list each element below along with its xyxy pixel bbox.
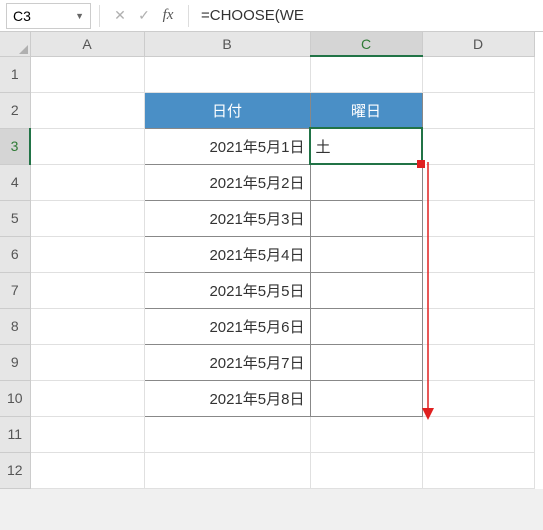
cell-D3[interactable] [422, 128, 534, 164]
cell-B4[interactable]: 2021年5月2日 [144, 164, 310, 200]
sheet-table: A B C D 1 2 日付 曜日 3 2021年5月1日 土 4 2021年5… [0, 32, 535, 489]
separator [188, 5, 189, 27]
cell-B10[interactable]: 2021年5月8日 [144, 380, 310, 416]
row-header-1[interactable]: 1 [0, 56, 30, 92]
cell-A1[interactable] [30, 56, 144, 92]
cell-B7[interactable]: 2021年5月5日 [144, 272, 310, 308]
cell-D5[interactable] [422, 200, 534, 236]
select-all-corner[interactable] [0, 32, 30, 56]
cell-C9[interactable] [310, 344, 422, 380]
cell-D6[interactable] [422, 236, 534, 272]
cell-A7[interactable] [30, 272, 144, 308]
chevron-down-icon[interactable]: ▼ [75, 11, 84, 21]
cell-A9[interactable] [30, 344, 144, 380]
cell-C3[interactable]: 土 [310, 128, 422, 164]
row-header-9[interactable]: 9 [0, 344, 30, 380]
formula-bar: C3 ▼ ✕ ✓ fx =CHOOSE(WE [0, 0, 543, 32]
cell-D4[interactable] [422, 164, 534, 200]
cell-B5[interactable]: 2021年5月3日 [144, 200, 310, 236]
cell-B1[interactable] [144, 56, 310, 92]
fx-button[interactable]: fx [156, 4, 180, 28]
cell-B9[interactable]: 2021年5月7日 [144, 344, 310, 380]
cell-C8[interactable] [310, 308, 422, 344]
col-header-D[interactable]: D [422, 32, 534, 56]
row-header-11[interactable]: 11 [0, 416, 30, 452]
row-header-5[interactable]: 5 [0, 200, 30, 236]
cell-A10[interactable] [30, 380, 144, 416]
cancel-button[interactable]: ✕ [108, 4, 132, 28]
cell-B8[interactable]: 2021年5月6日 [144, 308, 310, 344]
cell-A11[interactable] [30, 416, 144, 452]
row-header-6[interactable]: 6 [0, 236, 30, 272]
autofill-start-dot [417, 160, 425, 168]
row-header-4[interactable]: 4 [0, 164, 30, 200]
row-header-12[interactable]: 12 [0, 452, 30, 488]
cell-A3[interactable] [30, 128, 144, 164]
cell-B6[interactable]: 2021年5月4日 [144, 236, 310, 272]
cell-C12[interactable] [310, 452, 422, 488]
cell-A2[interactable] [30, 92, 144, 128]
row-header-10[interactable]: 10 [0, 380, 30, 416]
table-header-weekday[interactable]: 曜日 [310, 92, 422, 128]
cell-A12[interactable] [30, 452, 144, 488]
cell-D9[interactable] [422, 344, 534, 380]
cell-B11[interactable] [144, 416, 310, 452]
cell-D2[interactable] [422, 92, 534, 128]
cell-D1[interactable] [422, 56, 534, 92]
cell-C6[interactable] [310, 236, 422, 272]
col-header-B[interactable]: B [144, 32, 310, 56]
row-header-8[interactable]: 8 [0, 308, 30, 344]
table-header-date[interactable]: 日付 [144, 92, 310, 128]
cell-D11[interactable] [422, 416, 534, 452]
cell-C1[interactable] [310, 56, 422, 92]
name-box-value: C3 [13, 8, 31, 24]
confirm-button[interactable]: ✓ [132, 4, 156, 28]
cell-A5[interactable] [30, 200, 144, 236]
cell-C7[interactable] [310, 272, 422, 308]
cell-A8[interactable] [30, 308, 144, 344]
row-header-7[interactable]: 7 [0, 272, 30, 308]
row-header-3[interactable]: 3 [0, 128, 30, 164]
cell-B12[interactable] [144, 452, 310, 488]
cell-C11[interactable] [310, 416, 422, 452]
cell-C3-value: 土 [316, 139, 331, 156]
cell-C5[interactable] [310, 200, 422, 236]
cell-A6[interactable] [30, 236, 144, 272]
cell-A4[interactable] [30, 164, 144, 200]
cell-D12[interactable] [422, 452, 534, 488]
cell-B3[interactable]: 2021年5月1日 [144, 128, 310, 164]
cell-D8[interactable] [422, 308, 534, 344]
cell-C10[interactable] [310, 380, 422, 416]
col-header-C[interactable]: C [310, 32, 422, 56]
cell-C4[interactable] [310, 164, 422, 200]
row-header-2[interactable]: 2 [0, 92, 30, 128]
formula-input[interactable]: =CHOOSE(WE [197, 3, 543, 29]
cell-D10[interactable] [422, 380, 534, 416]
name-box[interactable]: C3 ▼ [6, 3, 91, 29]
separator [99, 5, 100, 27]
spreadsheet-grid[interactable]: A B C D 1 2 日付 曜日 3 2021年5月1日 土 4 2021年5… [0, 32, 543, 489]
cell-D7[interactable] [422, 272, 534, 308]
col-header-A[interactable]: A [30, 32, 144, 56]
